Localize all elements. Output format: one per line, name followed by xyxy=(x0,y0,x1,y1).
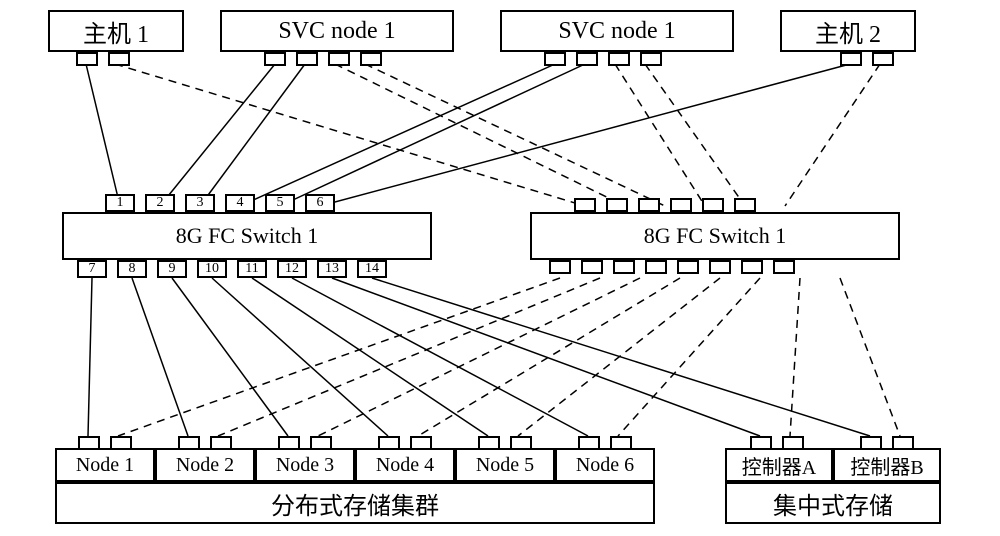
controller-b: 控制器B xyxy=(833,448,941,482)
controller-b-label: 控制器B xyxy=(850,451,923,480)
port xyxy=(108,52,130,66)
node-4-label: Node 4 xyxy=(376,454,434,477)
node-4: Node 4 xyxy=(355,448,455,482)
port xyxy=(581,260,603,274)
port-3: 3 xyxy=(185,194,215,212)
host-1-ports xyxy=(76,52,130,66)
distributed-cluster-label: 分布式存储集群 xyxy=(271,486,439,521)
host-2: 主机 2 xyxy=(780,10,916,52)
centralized-storage: 集中式存储 xyxy=(725,482,941,524)
host-2-ports xyxy=(840,52,894,66)
port-11: 11 xyxy=(237,260,267,278)
fc-switch-1-label: 8G FC Switch 1 xyxy=(176,223,318,249)
host-2-label: 主机 2 xyxy=(815,14,881,49)
controller-a-label: 控制器A xyxy=(742,451,816,480)
port-5: 5 xyxy=(265,194,295,212)
svc-1-ports xyxy=(264,52,382,66)
port xyxy=(360,52,382,66)
port xyxy=(709,260,731,274)
port xyxy=(741,260,763,274)
port xyxy=(576,52,598,66)
port xyxy=(773,260,795,274)
port xyxy=(574,198,596,212)
port xyxy=(734,198,756,212)
port xyxy=(76,52,98,66)
node-5-label: Node 5 xyxy=(476,454,534,477)
port xyxy=(677,260,699,274)
node-6: Node 6 xyxy=(555,448,655,482)
svc-node-2-label: SVC node 1 xyxy=(558,18,675,45)
port-10: 10 xyxy=(197,260,227,278)
node-1-label: Node 1 xyxy=(76,454,134,477)
fc-switch-2: 8G FC Switch 1 xyxy=(530,212,900,260)
switch1-bottom-ports: 7 8 9 10 11 12 13 14 xyxy=(77,260,387,278)
port xyxy=(606,198,628,212)
port-8: 8 xyxy=(117,260,147,278)
node-3-label: Node 3 xyxy=(276,454,334,477)
port xyxy=(670,198,692,212)
port-13: 13 xyxy=(317,260,347,278)
svc-node-1-label: SVC node 1 xyxy=(278,18,395,45)
node-2: Node 2 xyxy=(155,448,255,482)
fc-switch-1: 8G FC Switch 1 xyxy=(62,212,432,260)
node-2-label: Node 2 xyxy=(176,454,234,477)
port-14: 14 xyxy=(357,260,387,278)
port-2: 2 xyxy=(145,194,175,212)
node-5: Node 5 xyxy=(455,448,555,482)
port xyxy=(645,260,667,274)
port xyxy=(328,52,350,66)
switch2-top-ports xyxy=(574,198,756,212)
host-1: 主机 1 xyxy=(48,10,184,52)
port xyxy=(296,52,318,66)
fc-switch-2-label: 8G FC Switch 1 xyxy=(644,223,786,249)
port xyxy=(638,198,660,212)
port xyxy=(613,260,635,274)
switch2-bottom-ports xyxy=(549,260,795,274)
port xyxy=(544,52,566,66)
node-6-label: Node 6 xyxy=(576,454,634,477)
port-4: 4 xyxy=(225,194,255,212)
port xyxy=(549,260,571,274)
port-9: 9 xyxy=(157,260,187,278)
port-12: 12 xyxy=(277,260,307,278)
port xyxy=(702,198,724,212)
node-1: Node 1 xyxy=(55,448,155,482)
port xyxy=(264,52,286,66)
port-6: 6 xyxy=(305,194,335,212)
port-1: 1 xyxy=(105,194,135,212)
node-3: Node 3 xyxy=(255,448,355,482)
svc-node-1: SVC node 1 xyxy=(220,10,454,52)
port xyxy=(872,52,894,66)
controller-a: 控制器A xyxy=(725,448,833,482)
port xyxy=(608,52,630,66)
svc-node-2: SVC node 1 xyxy=(500,10,734,52)
port xyxy=(840,52,862,66)
host-1-label: 主机 1 xyxy=(83,14,149,49)
port xyxy=(640,52,662,66)
port-7: 7 xyxy=(77,260,107,278)
distributed-cluster: 分布式存储集群 xyxy=(55,482,655,524)
centralized-storage-label: 集中式存储 xyxy=(773,486,893,521)
svc-2-ports xyxy=(544,52,662,66)
switch1-top-ports: 1 2 3 4 5 6 xyxy=(105,194,335,212)
